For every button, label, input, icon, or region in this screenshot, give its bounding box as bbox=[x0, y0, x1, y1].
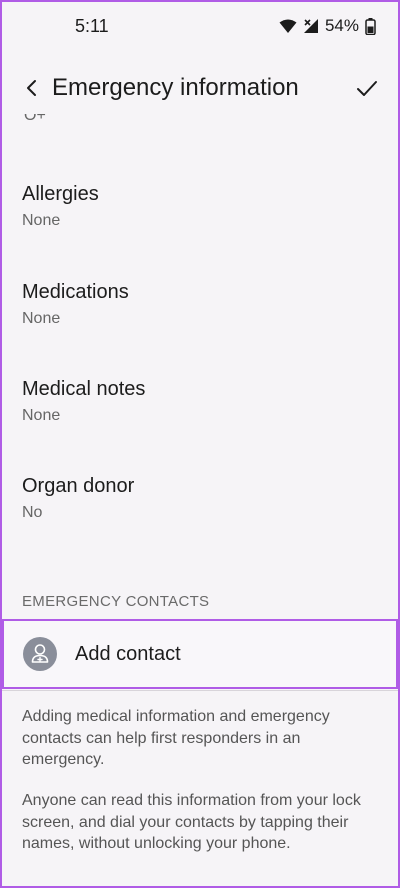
phone-screen: 5:11 54% Emergency information O+ Allerg… bbox=[0, 0, 400, 888]
divider bbox=[2, 690, 398, 691]
battery-percent: 54% bbox=[324, 16, 359, 35]
medical-notes-title: Medical notes bbox=[22, 378, 146, 400]
allergies-item[interactable]: Allergies None bbox=[2, 183, 398, 263]
allergies-value: None bbox=[22, 212, 61, 229]
medical-notes-value: None bbox=[22, 407, 61, 424]
page-title: Emergency information bbox=[52, 74, 299, 101]
battery-icon bbox=[365, 17, 376, 35]
medications-value: None bbox=[22, 310, 61, 327]
blood-type-value-clipped: O+ bbox=[24, 114, 46, 124]
check-icon[interactable] bbox=[354, 76, 380, 100]
allergies-title: Allergies bbox=[22, 183, 99, 205]
status-bar: 5:11 54% bbox=[2, 2, 398, 52]
organ-donor-title: Organ donor bbox=[22, 475, 135, 497]
app-bar: Emergency information bbox=[2, 64, 398, 114]
emergency-contacts-header: EMERGENCY CONTACTS bbox=[22, 593, 210, 610]
wifi-icon bbox=[279, 19, 297, 33]
organ-donor-item[interactable]: Organ donor No bbox=[2, 475, 398, 555]
medications-item[interactable]: Medications None bbox=[2, 281, 398, 361]
status-time: 5:11 bbox=[75, 16, 109, 36]
info-text-lock-screen: Anyone can read this information from yo… bbox=[22, 792, 361, 852]
person-add-icon bbox=[31, 644, 49, 663]
add-contact-label: Add contact bbox=[75, 643, 181, 665]
status-icons: 54% bbox=[279, 16, 376, 36]
avatar bbox=[23, 637, 57, 671]
organ-donor-value: No bbox=[22, 504, 43, 521]
medications-title: Medications bbox=[22, 281, 129, 303]
medical-notes-item[interactable]: Medical notes None bbox=[2, 378, 398, 458]
back-arrow-icon[interactable] bbox=[20, 76, 44, 100]
signal-icon bbox=[303, 19, 318, 33]
add-contact-button[interactable]: Add contact bbox=[2, 619, 398, 689]
info-text-first-responders: Adding medical information and emergency… bbox=[22, 708, 330, 768]
